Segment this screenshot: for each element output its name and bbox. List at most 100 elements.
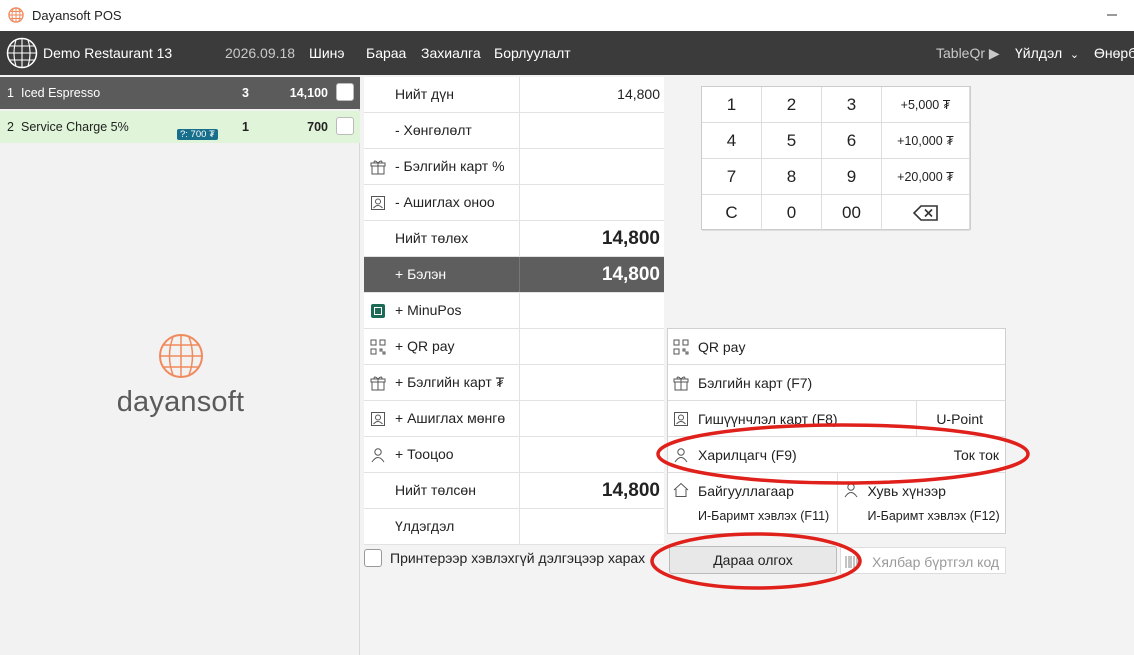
totals-label: + MinuPos [364,293,520,328]
title-bar: Dayansoft POS [0,0,1134,31]
print-checkbox[interactable] [364,549,382,567]
backspace-key[interactable] [882,195,970,231]
tableqr-button[interactable]: TableQr ▶ [936,45,1000,62]
tableqr-label: TableQr [936,45,986,61]
item-amount: 700 [307,120,328,134]
keypad-key[interactable]: 5 [762,123,822,159]
keypad-key[interactable]: 0 [762,195,822,231]
totals-row[interactable]: + Тооцоо [364,437,664,473]
person-receipt-button[interactable]: Хувь хүнээр И-Баримт хэвлэх (F12) [836,473,1006,533]
keypad-key[interactable]: 3 [822,87,882,123]
totals-row[interactable]: - Ашиглах оноо [364,185,664,221]
totals-label: Үлдэгдэл [364,509,520,544]
person-icon [844,483,857,498]
order-row[interactable]: 1 Iced Espresso 3 14,100 [0,77,360,109]
row-checkbox[interactable] [336,83,354,101]
payment-methods: QR pay Бэлгийн карт (F7) Гишүүнчлэл карт… [667,328,1006,534]
overflow-menu-item[interactable]: Өнөрб [1094,45,1134,61]
totals-row[interactable]: + MinuPos [364,293,664,329]
totals-label: Нийт дүн [364,77,520,112]
brand-logo: dayansoft [108,333,253,419]
totals-label-text: + Бэлэн [395,266,447,282]
totals-value: 14,800 [601,264,660,285]
item-name: Iced Espresso [21,86,101,100]
backspace-icon [912,204,938,221]
keypad-key[interactable]: 4 [702,123,762,159]
chevron-down-icon: ⌄ [1069,49,1080,61]
menu-sales[interactable]: Борлуулалт [494,45,571,61]
new-button[interactable]: Шинэ [309,45,345,61]
totals-value: 14,800 [601,480,660,501]
menu-products[interactable]: Бараа [366,45,406,61]
print-option-label: Принтерээр хэвлэхгүй дэлгэцээр харах [390,550,646,566]
totals-row[interactable]: + Ашиглах мөнгө [364,401,664,437]
keypad-key[interactable]: 8 [762,159,822,195]
totals-row[interactable]: Үлдэгдэл [364,509,664,545]
qr-pay-button[interactable]: QR pay [668,329,1005,365]
gift-card-button[interactable]: Бэлгийн карт (F7) [668,365,1005,401]
keypad-key[interactable]: 00 [822,195,882,231]
pay-later-button[interactable]: Дараа олгох [669,546,837,574]
totals-row[interactable]: + Бэлэн 14,800 [364,257,664,293]
totals-label-text: Нийт төлсөн [395,482,476,498]
keypad-key[interactable]: 6 [822,123,882,159]
top-navbar: Demo Restaurant 13 2026.09.18 Шинэ Бараа… [0,31,1134,75]
order-row[interactable]: 2 Service Charge 5% ?: 700 ₮ 1 700 [0,111,360,143]
totals-value: 14,800 [617,86,660,102]
keypad-key[interactable]: 7 [702,159,762,195]
window-title: Dayansoft POS [32,8,122,23]
keypad-key[interactable]: 1 [702,87,762,123]
totals-value: 14,800 [601,228,660,249]
order-panel: 1 Iced Espresso 3 14,100 2 Service Charg… [0,77,360,655]
member-card-button[interactable]: Гишүүнчлэл карт (F8) [698,411,838,427]
quick-amount-key[interactable]: +5,000 ₮ [882,87,970,123]
easy-register-code-field[interactable]: Хялбар бүртгэл код [840,547,1006,574]
row-checkbox[interactable] [336,117,354,135]
keypad-key[interactable]: 2 [762,87,822,123]
qr-icon [673,339,689,355]
play-icon: ▶ [988,45,1000,61]
globe-logo-icon [6,37,38,69]
totals-row[interactable]: Нийт дүн 14,800 [364,77,664,113]
totals-label-text: + Тооцоо [395,446,454,462]
totals-value [520,149,664,184]
totals-label: Нийт төлөх [364,221,520,256]
totals-label-text: Нийт төлөх [395,230,469,246]
quick-amount-key[interactable]: +10,000 ₮ [882,123,970,159]
ebarimt-row: Байгууллагаар И-Баримт хэвлэх (F11) Хувь… [668,473,1005,533]
quick-amount-key[interactable]: +20,000 ₮ [882,159,970,195]
totals-label: + Бэлгийн карт ₮ [364,365,520,400]
totals-label: + Ашиглах мөнгө [364,401,520,436]
keypad-key[interactable]: C [702,195,762,231]
totals-table: Нийт дүн 14,800 - Хөнгөлөлт - Бэлгийн карт … [364,77,664,545]
customer-button[interactable]: Харилцагч (F9) Ток ток [668,437,1005,473]
action-dropdown[interactable]: Үйлдэл ⌄ [1015,45,1079,61]
totals-row[interactable]: + QR pay [364,329,664,365]
menu-orders[interactable]: Захиалга [421,45,481,61]
keypad-key[interactable]: 9 [822,159,882,195]
numeric-keypad: 1 2 3 +5,000 ₮ 4 5 6 +10,000 ₮ 7 8 9 +20,000 ₮ C 0 00 [701,86,971,231]
barcode-icon [845,556,858,568]
totals-label: + Тооцоо [364,437,520,472]
member-card-icon [371,412,385,426]
upoint-button[interactable]: U-Point [936,411,983,427]
row-number: 1 [7,86,14,100]
gift-icon [673,376,689,391]
totals-row[interactable]: - Хөнгөлөлт [364,113,664,149]
totals-value [520,113,664,148]
organization-label: Байгууллагаар [698,483,794,499]
gift-card-label: Бэлгийн карт (F7) [698,375,813,391]
totals-label-text: - Хөнгөлөлт [395,122,472,138]
organization-receipt-button[interactable]: Байгууллагаар И-Баримт хэвлэх (F11) [668,473,837,533]
print-option[interactable]: Принтерээр хэвлэхгүй дэлгэцээр харах [364,549,645,567]
totals-row[interactable]: Нийт төлсөн 14,800 [364,473,664,509]
totals-row[interactable]: + Бэлгийн карт ₮ [364,365,664,401]
minimize-icon[interactable] [1104,6,1120,22]
totals-row[interactable]: Нийт төлөх 14,800 [364,221,664,257]
action-label: Үйлдэл [1015,45,1063,61]
totals-label: - Ашиглах оноо [364,185,520,220]
totals-label: Нийт төлсөн [364,473,520,508]
totals-row[interactable]: - Бэлгийн карт % [364,149,664,185]
restaurant-name[interactable]: Demo Restaurant 13 [43,45,172,61]
customer-label: Харилцагч (F9) [698,447,797,463]
